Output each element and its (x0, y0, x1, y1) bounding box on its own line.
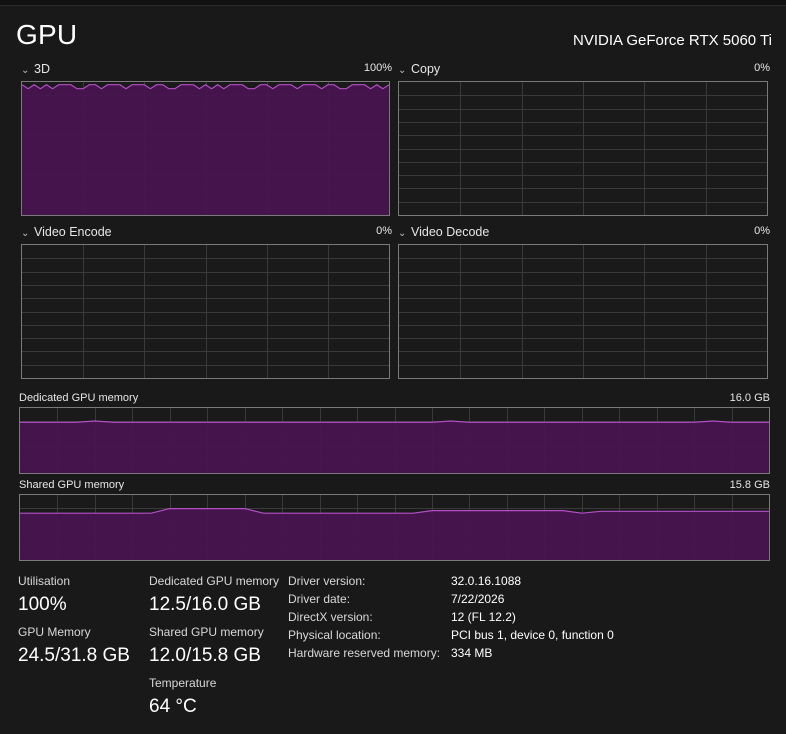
graph-canvas (22, 245, 389, 378)
driver-date-value: 7/22/2026 (451, 592, 505, 606)
gpu-memory-value: 24.5/31.8 GB (18, 645, 130, 666)
driver-version-value: 32.0.16.1088 (451, 574, 522, 588)
memory-usage-fill (20, 421, 769, 473)
hardware-reserved-memory-value: 334 MB (451, 646, 493, 660)
gpu-memory-label: GPU Memory (18, 625, 91, 639)
engine-graph-3d (21, 81, 390, 216)
hardware-reserved-memory-key: Hardware reserved memory: (288, 646, 441, 660)
shared-memory-graph (19, 494, 770, 561)
engine-panel-video-decode: ⌄ Video Decode 0% (398, 225, 770, 381)
physical-location-key: Physical location: (288, 628, 381, 642)
chevron-down-icon: ⌄ (21, 228, 30, 239)
graph-canvas (22, 82, 389, 215)
graph-canvas (20, 495, 769, 560)
graph-canvas (20, 408, 769, 473)
chevron-down-icon: ⌄ (398, 228, 407, 239)
temperature-label: Temperature (149, 676, 217, 690)
dedicated-memory-graph (19, 407, 770, 474)
dedicated-memory-label: Dedicated GPU memory (149, 574, 280, 588)
engine-panel-video-encode: ⌄ Video Encode 0% (21, 225, 392, 381)
engine-graph-video-decode (398, 244, 768, 379)
engine-percent: 0% (754, 225, 770, 237)
engine-selector-3d[interactable]: ⌄ 3D (21, 62, 50, 76)
shared-memory-value: 12.0/15.8 GB (149, 645, 261, 666)
gpu-model-name: NVIDIA GeForce RTX 5060 Ti (573, 32, 772, 49)
engine-percent: 100% (363, 62, 392, 74)
engine-graph-video-encode (21, 244, 390, 379)
engine-label: 3D (34, 62, 50, 76)
page-title: GPU (16, 19, 78, 50)
physical-location-value: PCI bus 1, device 0, function 0 (451, 628, 614, 642)
engine-label: Copy (411, 62, 441, 76)
utilisation-value: 100% (18, 594, 67, 615)
shared-memory-label: Shared GPU memory (149, 625, 264, 639)
engine-selector-video-encode[interactable]: ⌄ Video Encode (21, 225, 112, 239)
memory-usage-fill (20, 508, 769, 560)
chevron-down-icon: ⌄ (21, 65, 30, 76)
engine-label: Video Decode (411, 225, 490, 239)
utilisation-label: Utilisation (18, 574, 71, 588)
dedicated-memory-value: 12.5/16.0 GB (149, 594, 261, 615)
dedicated-memory-graph-max: 16.0 GB (729, 392, 770, 404)
chevron-down-icon: ⌄ (398, 65, 407, 76)
dedicated-memory-graph-label: Dedicated GPU memory (19, 392, 139, 404)
shared-memory-graph-label: Shared GPU memory (19, 479, 125, 491)
engine-selector-copy[interactable]: ⌄ Copy (398, 62, 440, 76)
engine-panel-copy: ⌄ Copy 0% (398, 62, 770, 218)
engine-label: Video Encode (34, 225, 112, 239)
window-top-strip (0, 0, 786, 6)
engine-panel-3d: ⌄ 3D 100% (21, 62, 392, 218)
driver-date-key: Driver date: (288, 592, 351, 606)
directx-version-key: DirectX version: (288, 610, 373, 624)
graph-canvas (399, 245, 767, 378)
engine-graph-copy (398, 81, 768, 216)
shared-memory-graph-max: 15.8 GB (729, 479, 770, 491)
graph-canvas (399, 82, 767, 215)
directx-version-value: 12 (FL 12.2) (451, 610, 516, 624)
engine-percent: 0% (376, 225, 392, 237)
engine-selector-video-decode[interactable]: ⌄ Video Decode (398, 225, 489, 239)
engine-usage-fill (22, 84, 389, 215)
temperature-value: 64 °C (149, 696, 197, 717)
engine-percent: 0% (754, 62, 770, 74)
driver-version-key: Driver version: (288, 574, 366, 588)
